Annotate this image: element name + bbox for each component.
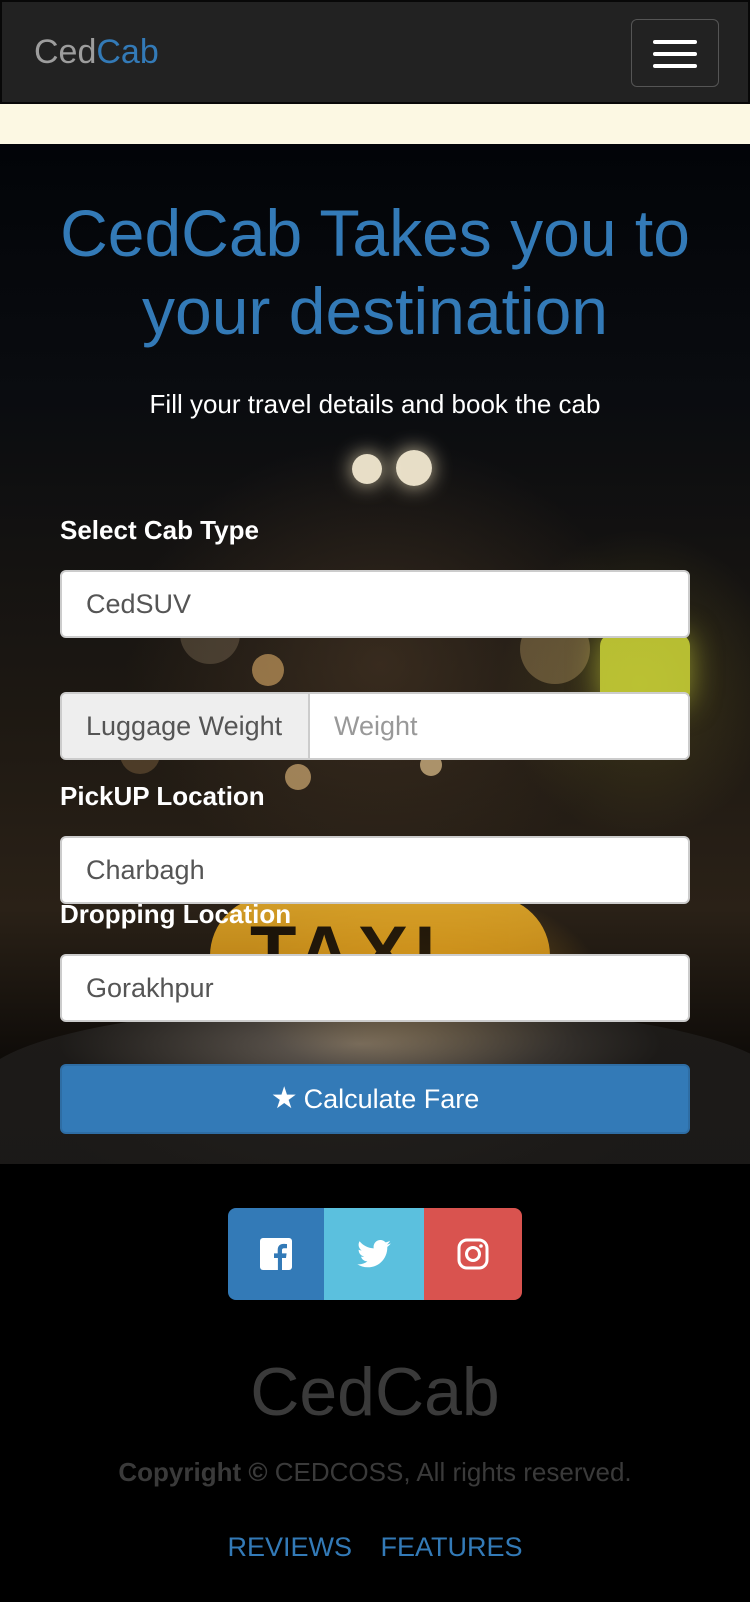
drop-location-value: Gorakhpur xyxy=(86,973,214,1003)
footer-brand-title: CedCab xyxy=(250,1354,500,1430)
twitter-button[interactable] xyxy=(324,1208,424,1300)
pickup-location-label: PickUP Location xyxy=(60,781,265,811)
hero-title: CedCab Takes you to your destination xyxy=(60,196,690,348)
brand-part-2: Cab xyxy=(96,33,159,71)
calculate-fare-label: Calculate Fare xyxy=(303,1084,480,1114)
cab-type-value: CedSUV xyxy=(86,589,192,619)
navbar: CedCab xyxy=(0,0,750,104)
copyright-label: Copyright © xyxy=(118,1457,268,1487)
instagram-button[interactable] xyxy=(424,1208,522,1300)
hero-section: TAXI CedCab Takes you to your destinatio… xyxy=(0,144,750,1164)
cab-type-label: Select Cab Type xyxy=(60,515,259,545)
twitter-icon xyxy=(357,1240,391,1268)
luggage-weight-addon: Luggage Weight xyxy=(62,694,310,758)
facebook-icon xyxy=(260,1238,292,1270)
calculate-fare-button[interactable]: ★ Calculate Fare xyxy=(60,1064,690,1134)
social-button-group xyxy=(228,1208,522,1300)
brand-part-1: Ced xyxy=(34,33,97,71)
cab-type-select[interactable]: CedSUV xyxy=(60,570,690,638)
facebook-button[interactable] xyxy=(228,1208,324,1300)
pickup-location-select[interactable]: Charbagh xyxy=(60,836,690,904)
footer-links: REVIEWS FEATURES xyxy=(0,1532,750,1563)
luggage-input-group: Luggage Weight xyxy=(60,692,690,760)
alert-strip xyxy=(0,104,750,144)
hero-subtitle: Fill your travel details and book the ca… xyxy=(149,389,601,419)
drop-location-select[interactable]: Gorakhpur xyxy=(60,954,690,1022)
features-link[interactable]: FEATURES xyxy=(380,1532,522,1562)
star-icon: ★ xyxy=(270,1082,298,1115)
reviews-link[interactable]: REVIEWS xyxy=(228,1532,353,1562)
brand-logo[interactable]: CedCab xyxy=(34,32,159,72)
pickup-location-value: Charbagh xyxy=(86,855,205,885)
copyright-text: Copyright © CEDCOSS, All rights reserved… xyxy=(0,1456,750,1488)
luggage-weight-input[interactable] xyxy=(310,694,688,758)
instagram-icon xyxy=(457,1238,489,1270)
drop-location-label: Dropping Location xyxy=(60,899,292,929)
navbar-toggle-button[interactable] xyxy=(631,19,719,87)
copyright-owner: CEDCOSS, All rights reserved. xyxy=(267,1457,632,1487)
